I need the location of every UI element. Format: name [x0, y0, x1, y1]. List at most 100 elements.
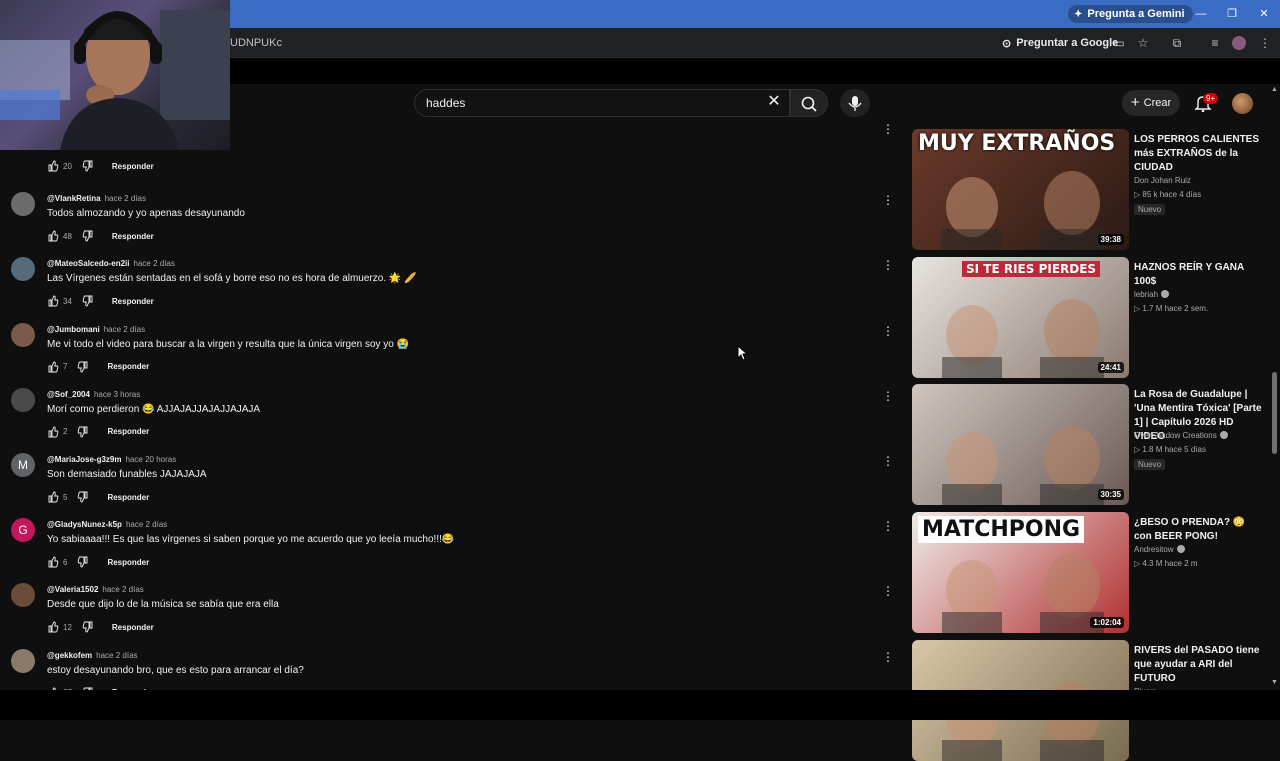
search-input[interactable] — [414, 89, 790, 117]
video-thumbnail[interactable]: 30:35 — [912, 384, 1129, 505]
webcam-overlay — [0, 0, 230, 150]
comment-author[interactable]: @gekkofem hace 2 días — [47, 651, 138, 660]
like-icon[interactable] — [47, 426, 59, 438]
video-title[interactable]: HAZNOS REÍR Y GANA 100$ — [1134, 261, 1264, 289]
reply-button[interactable]: Responder — [107, 427, 149, 436]
commenter-avatar[interactable]: M — [11, 453, 35, 477]
comment-author[interactable]: @Valeria1502 hace 2 días — [47, 585, 144, 594]
ask-gemini-button[interactable]: ✦ Pregunta a Gemini — [1068, 5, 1193, 23]
channel-name[interactable]: Don Johan Ruiz — [1134, 176, 1191, 185]
gemini-icon: ✦ — [1074, 8, 1083, 20]
comment-author[interactable]: @VlankRetina hace 2 días — [47, 194, 146, 203]
comment-author[interactable]: @GladysNunez-k5p hace 2 días — [47, 520, 167, 529]
tab-search-icon[interactable]: ≡ — [1208, 36, 1222, 50]
commenter-avatar[interactable] — [11, 583, 35, 608]
video-title[interactable]: LOS PERROS CALIENTES más EXTRAÑOS de la … — [1134, 133, 1264, 175]
like-icon[interactable] — [47, 295, 59, 307]
dislike-icon[interactable] — [77, 491, 89, 503]
cast-icon[interactable]: ▭ — [1112, 36, 1126, 50]
comment-actions: 48 Responder — [47, 230, 154, 242]
dislike-icon[interactable] — [82, 295, 94, 307]
commenter-avatar[interactable] — [11, 192, 35, 217]
like-icon[interactable] — [47, 230, 59, 242]
video-thumbnail[interactable]: MUY EXTRAÑOS 39:38 — [912, 129, 1129, 250]
video-thumbnail[interactable]: SI TE RIES PIERDES 24:41 — [912, 257, 1129, 378]
reply-button[interactable]: Responder — [112, 623, 154, 632]
dislike-icon[interactable] — [82, 230, 94, 242]
commenter-avatar[interactable] — [11, 257, 35, 282]
commenter-avatar[interactable] — [11, 322, 35, 347]
comment-menu-icon[interactable]: ⋮ — [882, 454, 894, 468]
reply-button[interactable]: Responder — [107, 493, 149, 502]
like-icon[interactable] — [47, 621, 59, 633]
comment-author[interactable]: @Jumbomani hace 2 días — [47, 325, 145, 334]
dislike-icon[interactable] — [77, 556, 89, 568]
comment-menu-icon[interactable]: ⋮ — [882, 650, 894, 664]
clear-search-icon[interactable]: ✕ — [766, 94, 782, 110]
commenter-avatar[interactable]: G — [11, 518, 35, 543]
channel-name[interactable]: lebriah — [1134, 290, 1170, 299]
video-thumbnail[interactable]: MATCHPONG 1:02:04 — [912, 512, 1129, 633]
like-count: 5 — [63, 492, 68, 502]
thumbnail-people — [942, 554, 1104, 633]
account-avatar[interactable] — [1232, 93, 1253, 114]
restore-icon[interactable]: ❐ — [1224, 6, 1240, 22]
scrollbar-thumb[interactable] — [1272, 372, 1277, 454]
reply-button[interactable]: Responder — [112, 232, 154, 241]
comment-timestamp: hace 2 días — [125, 520, 168, 530]
dislike-icon[interactable] — [82, 621, 94, 633]
video-title[interactable]: RIVERS del PASADO tiene que ayudar a ARI… — [1134, 644, 1264, 686]
scroll-up-icon[interactable]: ▲ — [1271, 86, 1278, 93]
minimize-icon[interactable]: — — [1193, 6, 1209, 22]
like-count: 2 — [63, 427, 68, 437]
browser-menu-icon[interactable]: ⋮ — [1258, 36, 1272, 50]
comment-menu-icon[interactable]: ⋮ — [882, 389, 894, 403]
like-icon[interactable] — [47, 556, 59, 568]
new-badge: Nuevo — [1134, 459, 1166, 470]
search-query-text[interactable]: haddes — [426, 96, 465, 110]
create-button[interactable]: + Crear — [1122, 90, 1180, 116]
notification-count-badge: 9+ — [1203, 93, 1219, 104]
comment-author[interactable]: @MateoSalcedo-en2ii hace 2 días — [47, 259, 175, 268]
commenter-avatar[interactable] — [11, 648, 35, 673]
video-views-age: ▷ 1.7 M hace 2 sem. — [1134, 304, 1209, 313]
comment-timestamp: hace 2 días — [104, 194, 146, 204]
comment-menu-icon[interactable]: ⋮ — [882, 122, 894, 136]
like-icon[interactable] — [47, 160, 59, 172]
commenter-avatar[interactable] — [11, 387, 35, 412]
dislike-icon[interactable] — [82, 160, 94, 172]
comment-menu-icon[interactable]: ⋮ — [882, 584, 894, 598]
extensions-icon[interactable]: ⧉ — [1170, 36, 1184, 50]
dislike-icon[interactable] — [77, 426, 89, 438]
reply-button[interactable]: Responder — [107, 362, 149, 371]
like-icon[interactable] — [47, 361, 59, 373]
like-icon[interactable] — [47, 491, 59, 503]
video-views-age: ▷ 85 k hace 4 días — [1134, 190, 1202, 199]
comment-author[interactable]: @MariaJose-g3z9m hace 20 horas — [47, 455, 176, 464]
channel-name[interactable]: Andresitow — [1134, 545, 1185, 554]
comment-menu-icon[interactable]: ⋮ — [882, 193, 894, 207]
comment-text: Todos almozando y yo apenas desayunando — [47, 208, 245, 220]
reply-button[interactable]: Responder — [112, 297, 154, 306]
voice-search-button[interactable] — [840, 89, 870, 117]
reply-button[interactable]: Responder — [112, 162, 154, 171]
comment-text: estoy desayunando bro, que es esto para … — [47, 664, 304, 676]
video-title[interactable]: ¿BESO O PRENDA? 😳 con BEER PONG! — [1134, 516, 1264, 544]
scroll-down-icon[interactable]: ▼ — [1271, 679, 1278, 686]
search-button[interactable] — [790, 89, 828, 117]
profile-icon[interactable] — [1232, 36, 1246, 50]
comment-menu-icon[interactable]: ⋮ — [882, 324, 894, 338]
dislike-icon[interactable] — [77, 361, 89, 373]
close-window-icon[interactable]: ✕ — [1256, 6, 1272, 22]
comment-author[interactable]: @Sof_2004 hace 3 horas — [47, 390, 140, 399]
like-count: 7 — [63, 362, 68, 372]
channel-name[interactable]: OverShadow Creations — [1134, 431, 1228, 440]
like-count: 34 — [63, 296, 72, 306]
url-text[interactable]: UDNPUKc — [230, 37, 282, 49]
comment-menu-icon[interactable]: ⋮ — [882, 519, 894, 533]
comment-menu-icon[interactable]: ⋮ — [882, 258, 894, 272]
video-duration: 24:41 — [1097, 362, 1124, 373]
reply-button[interactable]: Responder — [107, 558, 149, 567]
ask-google-button[interactable]: ⊙ Preguntar a Google — [1002, 35, 1118, 51]
bookmark-star-icon[interactable]: ☆ — [1136, 36, 1150, 50]
